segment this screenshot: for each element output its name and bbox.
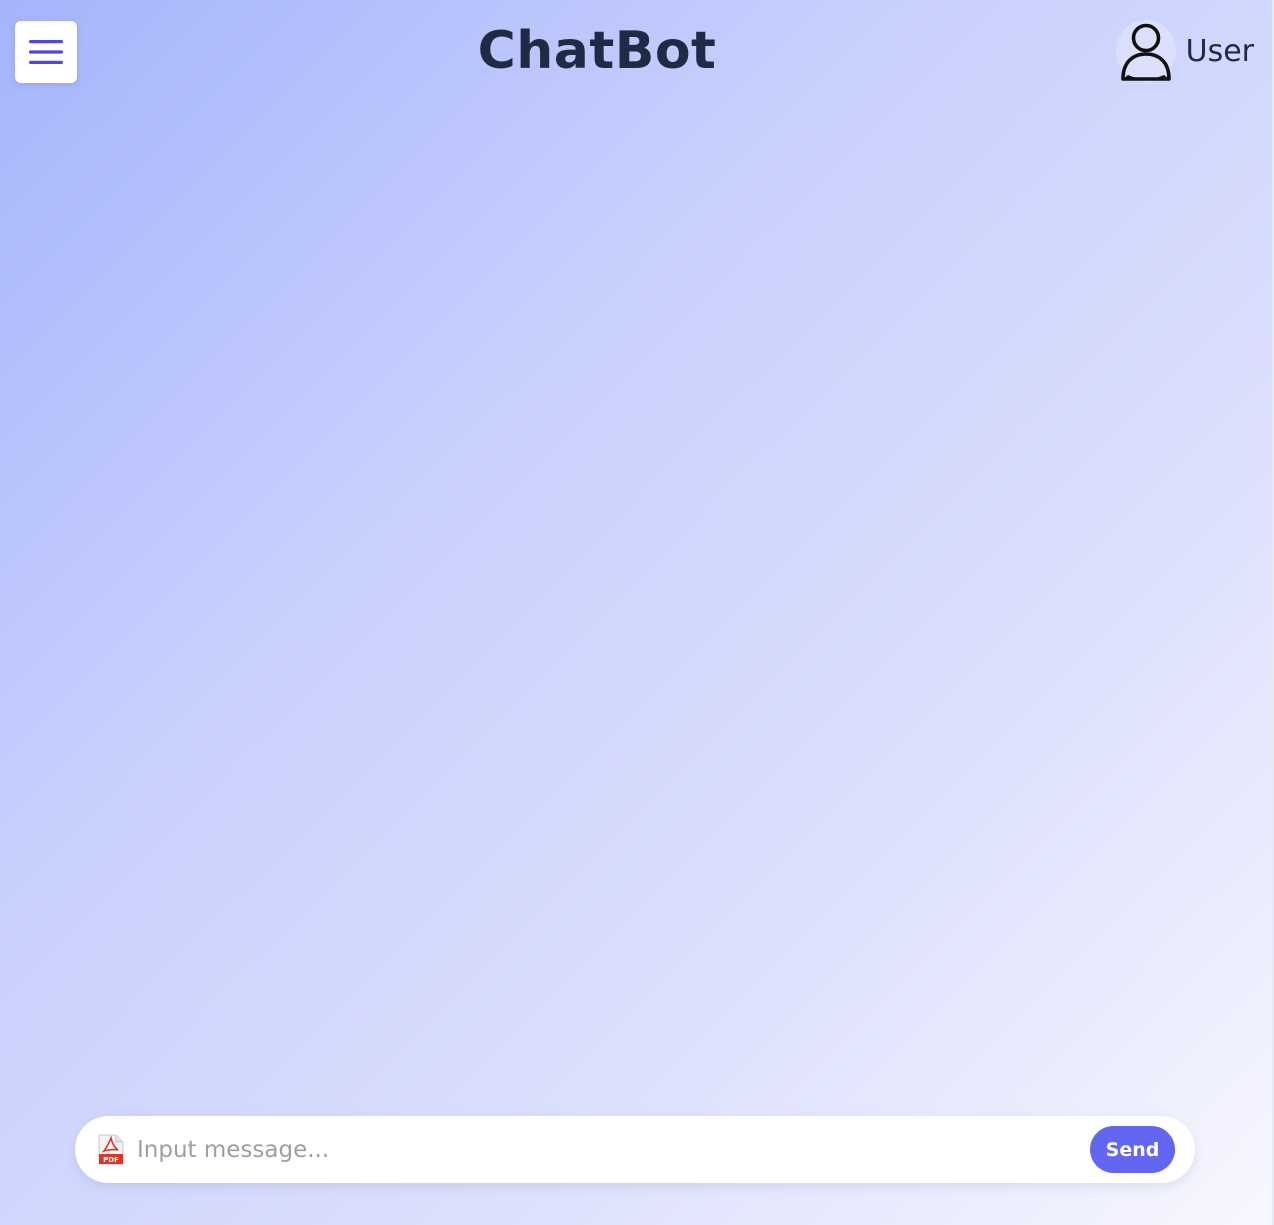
avatar[interactable] xyxy=(1115,20,1176,82)
svg-text:PDF: PDF xyxy=(103,1156,119,1164)
page-title: ChatBot xyxy=(477,21,717,81)
send-button[interactable]: Send xyxy=(1090,1126,1175,1173)
pdf-upload-button[interactable]: PDF xyxy=(97,1134,125,1166)
pdf-file-icon: PDF xyxy=(98,1134,124,1165)
message-composer: PDF Send xyxy=(75,1116,1195,1183)
user-avatar-icon xyxy=(1120,23,1171,81)
user-profile[interactable]: User xyxy=(1115,18,1254,84)
user-name: User xyxy=(1185,33,1254,69)
message-input[interactable] xyxy=(137,1129,1080,1170)
header: ChatBot User xyxy=(0,0,1274,104)
